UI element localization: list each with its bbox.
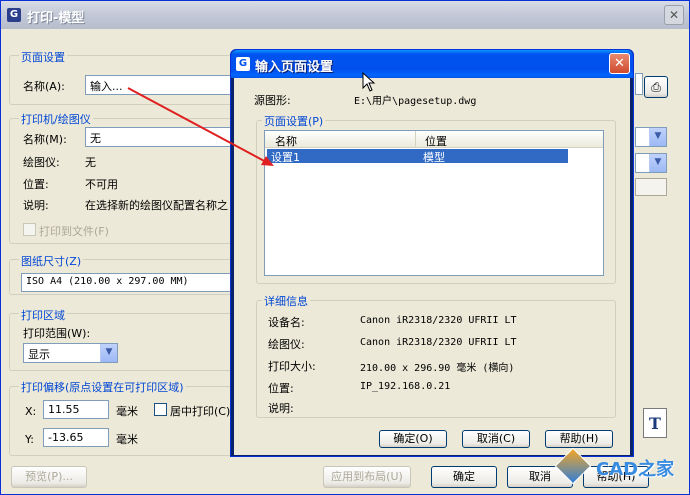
main-close-button[interactable]: ✕ — [664, 5, 684, 25]
details-section: 详细信息 — [262, 293, 310, 309]
print-to-file-label: 打印到文件(F) — [39, 225, 109, 238]
print-range-value: 显示 — [28, 348, 50, 361]
setup-name: 设置1 — [271, 151, 300, 164]
offset-section: 打印偏移(原点设置在可打印区域) — [19, 379, 186, 395]
page-setups-section: 页面设置(P) — [262, 113, 326, 129]
dialog-body: 源图形: E:\用户\pagesetup.dwg 页面设置(P) 名称 位置 设… — [234, 78, 630, 455]
description-label: 说明: — [23, 199, 49, 212]
dialog-title: 输入页面设置 — [255, 60, 334, 75]
paper-size-select[interactable]: ISO A4 (210.00 x 297.00 MM) — [21, 273, 233, 292]
paper-size-section: 图纸尺寸(Z) — [19, 253, 84, 269]
app-icon: G — [236, 57, 250, 71]
location-detail-label: 位置: — [268, 382, 294, 395]
location-label: 位置: — [23, 178, 49, 191]
printer-name-dropdown[interactable]: ▼ — [635, 127, 667, 147]
import-page-setup-dialog: G 输入页面设置 ✕ 源图形: E:\用户\pagesetup.dwg 页面设置… — [230, 49, 634, 457]
page-setups-list[interactable]: 名称 位置 设置1 模型 — [264, 130, 604, 276]
list-header: 名称 位置 — [265, 131, 603, 148]
print-size-label: 打印大小: — [268, 360, 316, 373]
watermark-text: CAD之家 — [596, 459, 675, 480]
printer-props-dropdown[interactable]: ▼ — [635, 153, 667, 173]
description-value: 在选择新的绘图仪配置名称之 — [85, 199, 228, 212]
description-detail-label: 说明: — [268, 402, 294, 415]
offset-y-input[interactable]: -13.65 — [43, 428, 109, 447]
plotter-detail-label: 绘图仪: — [268, 338, 305, 351]
print-range-select[interactable]: 显示 ▼ — [23, 343, 118, 363]
app-icon: G — [7, 8, 21, 22]
column-location-header[interactable]: 位置 — [425, 133, 447, 149]
dialog-titlebar: G 输入页面设置 ✕ — [231, 50, 633, 78]
device-name-value: Canon iR2318/2320 UFRII LT — [360, 315, 517, 326]
chevron-down-icon: ▼ — [649, 128, 666, 146]
main-title: 打印-模型 — [27, 11, 85, 26]
printer-name-select[interactable]: 无 — [85, 127, 233, 147]
printer-icon[interactable]: ⎙ — [644, 76, 668, 98]
printer-section: 打印机/绘图仪 — [19, 111, 93, 127]
main-titlebar: G 打印-模型 ✕ — [1, 1, 689, 29]
plotter-value: 无 — [85, 156, 96, 169]
orientation-portrait-icon: T — [643, 408, 667, 438]
offset-y-unit: 毫米 — [116, 433, 138, 446]
page-setup-name-label: 名称(A): — [23, 80, 65, 93]
offset-x-label: X: — [25, 405, 37, 418]
location-value: 不可用 — [85, 178, 118, 191]
plotter-label: 绘图仪: — [23, 156, 60, 169]
print-size-value: 210.00 x 296.90 毫米 (横向) — [360, 363, 515, 374]
preview-button[interactable]: 预览(P)... — [11, 466, 87, 488]
page-setup-name-select[interactable]: 输入... — [85, 75, 233, 95]
print-to-file-checkbox[interactable] — [23, 223, 36, 236]
print-area-section: 打印区域 — [19, 307, 67, 323]
chevron-down-icon: ▼ — [100, 344, 117, 362]
source-drawing-label: 源图形: — [254, 94, 291, 107]
offset-x-input[interactable]: 11.55 — [43, 400, 109, 419]
apply-to-layout-button[interactable]: 应用到布局(U) — [323, 466, 411, 488]
main-ok-button[interactable]: 确定 — [431, 466, 497, 488]
device-name-label: 设备名: — [268, 316, 305, 329]
printer-properties-button[interactable] — [635, 178, 667, 196]
mouse-cursor-icon — [362, 72, 376, 92]
offset-x-unit: 毫米 — [116, 405, 138, 418]
list-item[interactable]: 设置1 模型 — [267, 149, 568, 164]
page-setup-name-edge[interactable] — [635, 73, 643, 95]
dialog-help-button[interactable]: 帮助(H) — [545, 430, 613, 448]
center-plot-label: 居中打印(C) — [170, 405, 231, 418]
plotter-detail-value: Canon iR2318/2320 UFRII LT — [360, 337, 517, 348]
location-detail-value: IP_192.168.0.21 — [360, 381, 451, 392]
dialog-cancel-button[interactable]: 取消(C) — [462, 430, 530, 448]
chevron-down-icon: ▼ — [649, 154, 666, 172]
print-range-label: 打印范围(W): — [23, 327, 91, 340]
printer-name-label: 名称(M): — [23, 133, 67, 146]
page-setup-section: 页面设置 — [19, 49, 67, 65]
dialog-ok-button[interactable]: 确定(O) — [379, 430, 447, 448]
setup-location: 模型 — [423, 151, 445, 164]
center-plot-checkbox[interactable] — [154, 403, 167, 416]
column-name-header[interactable]: 名称 — [275, 133, 297, 149]
source-drawing-value: E:\用户\pagesetup.dwg — [354, 96, 477, 107]
column-divider — [415, 131, 416, 147]
offset-y-label: Y: — [25, 433, 34, 446]
dialog-close-icon[interactable]: ✕ — [609, 53, 630, 74]
